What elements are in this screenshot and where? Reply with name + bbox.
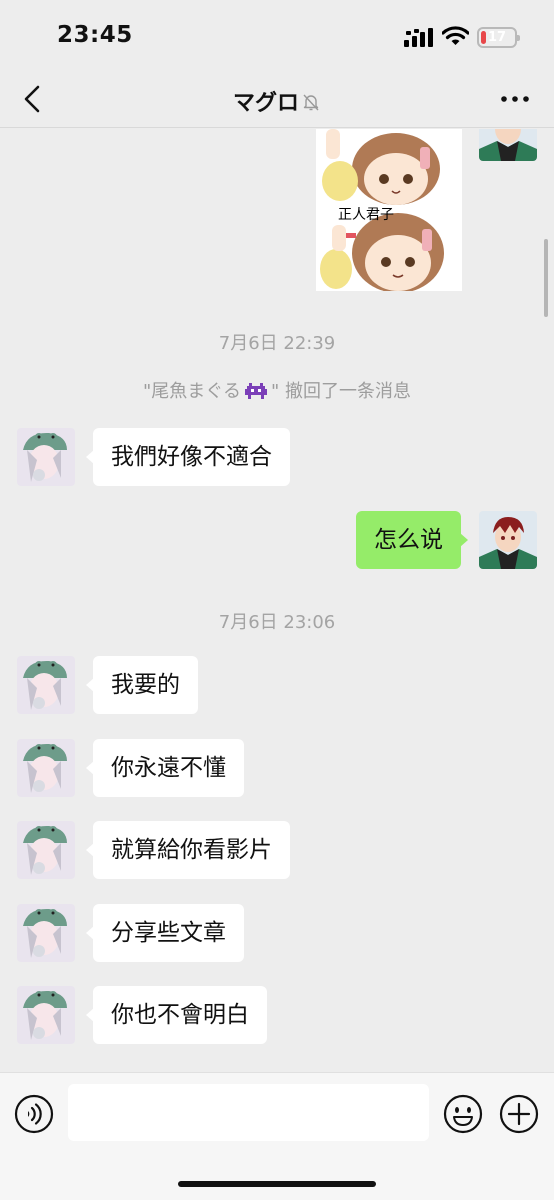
message-bubble[interactable]: 你永遠不懂 (86, 739, 244, 797)
avatar-image (17, 821, 75, 879)
avatar[interactable] (17, 656, 75, 714)
avatar[interactable] (479, 129, 537, 161)
avatar[interactable] (17, 986, 75, 1044)
input-bar (0, 1072, 554, 1200)
recall-notice: "尾魚まぐる " 撤回了一条消息 (0, 377, 554, 403)
avatar-image (17, 739, 75, 797)
avatar-image (17, 986, 75, 1044)
alien-monster-icon (244, 383, 267, 399)
home-indicator (178, 1181, 376, 1187)
message-list[interactable]: 正人君子 7月6日 22:39 "尾魚まぐる " 撤回了一条消息 我們好像不適合… (0, 129, 554, 1072)
avatar[interactable] (17, 821, 75, 879)
timestamp: 7月6日 23:06 (218, 612, 336, 633)
sticker-message[interactable]: 正人君子 (316, 129, 462, 291)
bell-slash-icon (303, 94, 319, 111)
avatar-image (17, 904, 75, 962)
battery-level: 17 (487, 30, 507, 45)
more-horizontal-icon[interactable] (500, 88, 530, 110)
avatar[interactable] (17, 428, 75, 486)
wifi-icon (442, 26, 469, 45)
cellular-signal-icon (404, 28, 433, 47)
avatar-image (479, 511, 537, 569)
smiley-icon[interactable] (443, 1094, 483, 1134)
message-bubble[interactable]: 你也不會明白 (86, 986, 267, 1044)
plus-icon[interactable] (499, 1094, 539, 1134)
status-bar: 23:45 17 (0, 0, 554, 70)
avatar[interactable] (479, 511, 537, 569)
message-bubble[interactable]: 我要的 (86, 656, 198, 714)
contact-name: マグロ (232, 91, 299, 116)
avatar[interactable] (17, 904, 75, 962)
voice-icon[interactable] (14, 1094, 54, 1134)
battery-cap (517, 35, 520, 41)
recalled-sender: "尾魚まぐる (143, 381, 241, 402)
avatar-image (479, 129, 537, 161)
recall-text: " 撤回了一条消息 (270, 381, 411, 402)
chat-header: マグロ (0, 70, 554, 128)
battery-indicator: 17 (477, 27, 520, 48)
avatar-image (17, 656, 75, 714)
message-bubble[interactable]: 就算給你看影片 (86, 821, 290, 879)
sticker-caption: 正人君子 (338, 207, 394, 223)
message-bubble[interactable]: 分享些文章 (86, 904, 244, 962)
avatar[interactable] (17, 739, 75, 797)
status-time: 23:45 (57, 22, 133, 48)
message-bubble[interactable]: 怎么说 (356, 511, 468, 569)
timestamp: 7月6日 22:39 (218, 333, 336, 354)
scrollbar[interactable] (544, 239, 548, 317)
message-bubble[interactable]: 我們好像不適合 (86, 428, 290, 486)
chat-title: マグロ (0, 85, 554, 117)
avatar-image (17, 428, 75, 486)
message-input[interactable] (68, 1084, 429, 1141)
